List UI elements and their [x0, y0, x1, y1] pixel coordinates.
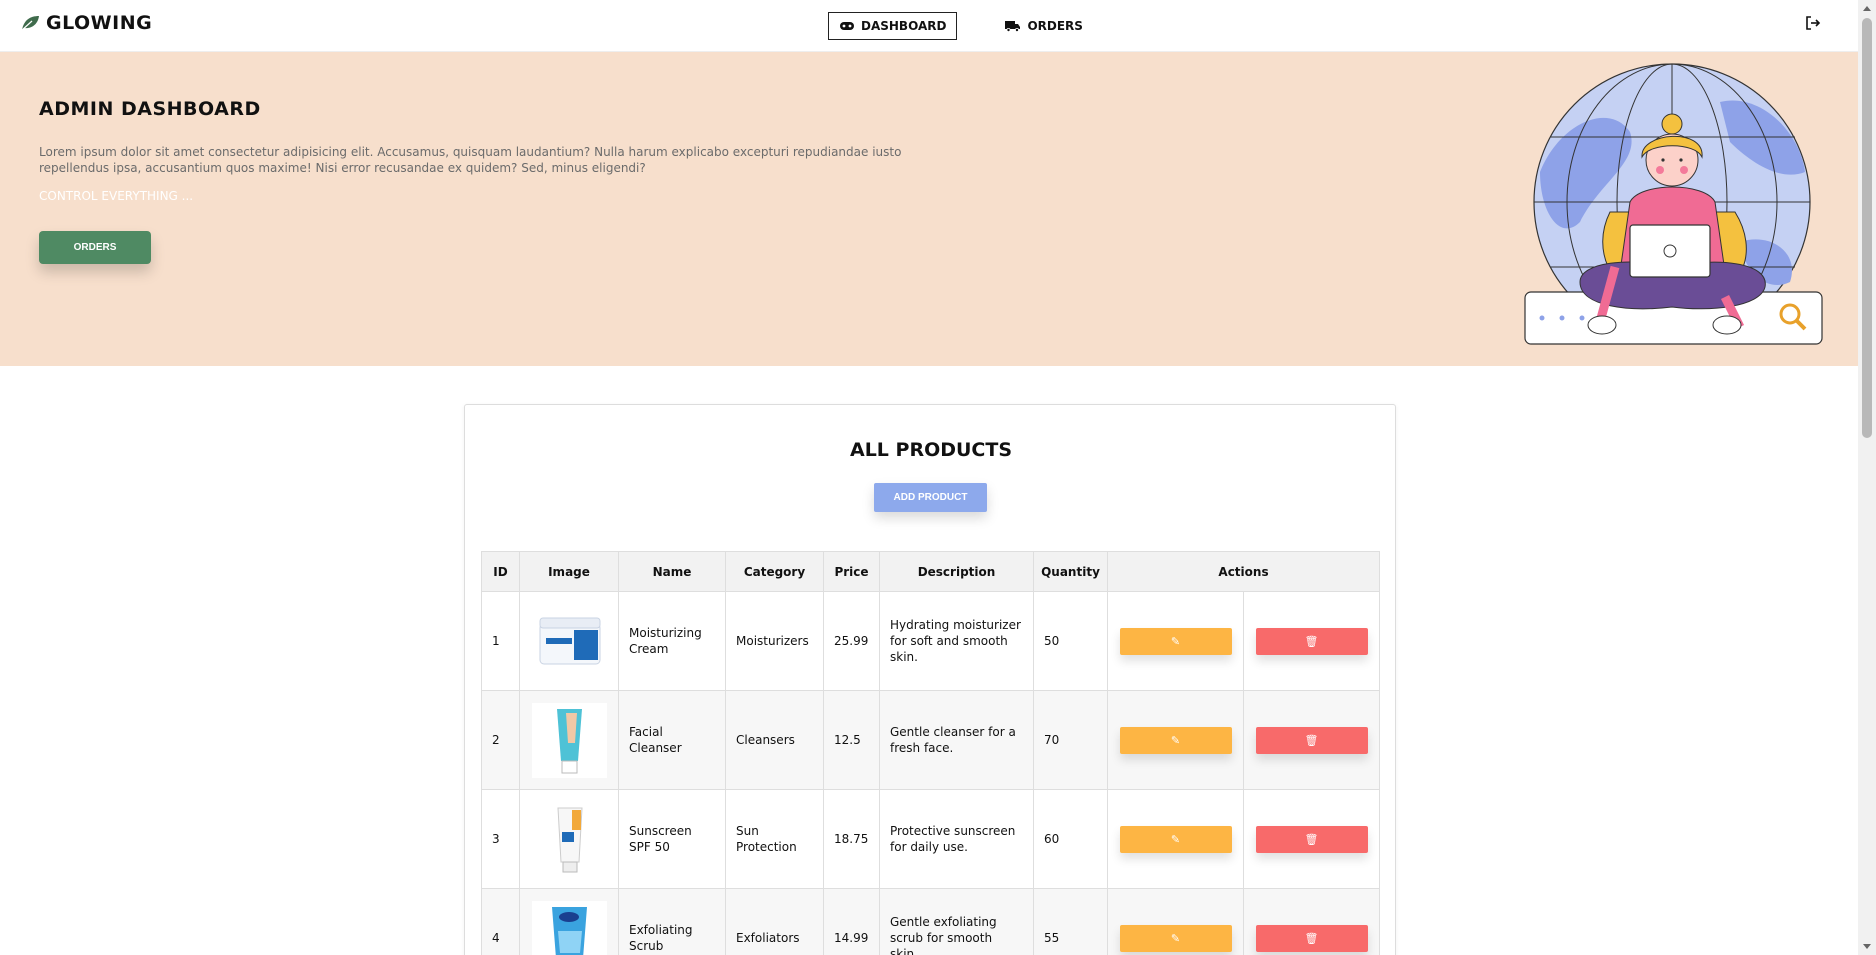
navbar: GLOWING DASHBOARD ORDERS	[0, 0, 1858, 52]
col-id: ID	[481, 551, 520, 592]
cell-price: 12.5	[823, 690, 880, 790]
delete-button[interactable]: 🗑	[1255, 924, 1368, 952]
trash-icon: 🗑	[1304, 734, 1319, 747]
cell-edit: ✎	[1107, 789, 1244, 889]
edit-button[interactable]: ✎	[1119, 924, 1232, 952]
cell-quantity: 60	[1033, 789, 1108, 889]
col-description: Description	[879, 551, 1034, 592]
cell-image	[519, 690, 619, 790]
product-image-cleanser	[531, 702, 607, 778]
cell-description: Protective sunscreen for daily use.	[879, 789, 1034, 889]
trash-icon: 🗑	[1304, 635, 1319, 648]
trash-icon: 🗑	[1304, 932, 1319, 945]
cell-edit: ✎	[1107, 888, 1244, 955]
col-name: Name	[618, 551, 726, 592]
col-price: Price	[823, 551, 880, 592]
edit-icon: ✎	[1170, 932, 1181, 945]
delete-button[interactable]: 🗑	[1255, 726, 1368, 754]
delete-button[interactable]: 🗑	[1255, 627, 1368, 655]
hero-title: ADMIN DASHBOARD	[39, 98, 261, 120]
cell-image	[519, 789, 619, 889]
cell-delete: 🗑	[1243, 888, 1380, 955]
hero-illustration	[1524, 63, 1823, 345]
cell-category: Moisturizers	[725, 591, 824, 691]
scroll-down-arrow[interactable]	[1863, 944, 1871, 949]
page-scrollbar[interactable]	[1858, 0, 1876, 955]
cell-id: 3	[481, 789, 520, 889]
cell-name: Sunscreen SPF 50	[618, 789, 726, 889]
cell-category: Cleansers	[725, 690, 824, 790]
cell-delete: 🗑	[1243, 789, 1380, 889]
products-card: ALL PRODUCTS ADD PRODUCT ID Image Name C…	[464, 404, 1396, 955]
leaf-icon	[20, 16, 39, 32]
cell-name: Exfoliating Scrub	[618, 888, 726, 955]
nav-orders-label: ORDERS	[1027, 19, 1083, 33]
product-image-scrub	[531, 900, 607, 955]
cell-name: Moisturizing Cream	[618, 591, 726, 691]
cell-id: 1	[481, 591, 520, 691]
cell-id: 2	[481, 690, 520, 790]
add-product-button[interactable]: ADD PRODUCT	[874, 483, 987, 512]
cell-edit: ✎	[1107, 690, 1244, 790]
table-row: 2 Facial Cleanser Cleansers 12.5 Gentle …	[481, 690, 1380, 790]
products-table: ID Image Name Category Price Description…	[481, 551, 1380, 955]
hero-text: Lorem ipsum dolor sit amet consectetur a…	[39, 145, 902, 175]
cell-quantity: 55	[1033, 888, 1108, 955]
scroll-thumb[interactable]	[1862, 18, 1872, 438]
brand-name: GLOWING	[46, 12, 153, 34]
cell-quantity: 70	[1033, 690, 1108, 790]
edit-button[interactable]: ✎	[1119, 627, 1232, 655]
logout-icon[interactable]	[1804, 14, 1822, 32]
edit-icon: ✎	[1170, 734, 1181, 747]
delete-button[interactable]: 🗑	[1255, 825, 1368, 853]
cell-description: Hydrating moisturizer for soft and smoot…	[879, 591, 1034, 691]
cell-price: 14.99	[823, 888, 880, 955]
table-row: 1 Moisturizing Cream Moisturizers 25.99 …	[481, 591, 1380, 691]
scroll-up-arrow[interactable]	[1863, 6, 1871, 11]
cell-description: Gentle cleanser for a fresh face.	[879, 690, 1034, 790]
cell-price: 25.99	[823, 591, 880, 691]
cell-category: Exfoliators	[725, 888, 824, 955]
cell-category: Sun Protection	[725, 789, 824, 889]
brand[interactable]: GLOWING	[20, 12, 152, 34]
truck-icon	[1005, 21, 1021, 32]
cell-delete: 🗑	[1243, 690, 1380, 790]
product-image-sunscreen	[531, 801, 607, 877]
cell-edit: ✎	[1107, 591, 1244, 691]
hero-subtext: CONTROL EVERYTHING ...	[39, 189, 194, 203]
edit-button[interactable]: ✎	[1119, 726, 1232, 754]
edit-icon: ✎	[1170, 833, 1181, 846]
col-actions: Actions	[1107, 551, 1380, 592]
edit-icon: ✎	[1170, 635, 1181, 648]
edit-button[interactable]: ✎	[1119, 825, 1232, 853]
cell-delete: 🗑	[1243, 591, 1380, 691]
hero-orders-button[interactable]: ORDERS	[39, 231, 151, 264]
col-category: Category	[725, 551, 824, 592]
cell-price: 18.75	[823, 789, 880, 889]
product-image-cream	[531, 603, 607, 679]
hero-banner: ADMIN DASHBOARD Lorem ipsum dolor sit am…	[0, 52, 1858, 366]
cell-name: Facial Cleanser	[618, 690, 726, 790]
products-title: ALL PRODUCTS	[849, 439, 1013, 461]
nav-links: DASHBOARD ORDERS	[828, 12, 1093, 40]
cell-image	[519, 888, 619, 955]
cell-quantity: 50	[1033, 591, 1108, 691]
nav-orders[interactable]: ORDERS	[995, 12, 1092, 40]
cell-id: 4	[481, 888, 520, 955]
trash-icon: 🗑	[1304, 833, 1319, 846]
nav-dashboard[interactable]: DASHBOARD	[828, 12, 958, 40]
table-header-row: ID Image Name Category Price Description…	[481, 551, 1380, 592]
table-row: 4 Exfoliating Scrub Exfoliators 14.99 Ge…	[481, 888, 1380, 955]
col-quantity: Quantity	[1033, 551, 1108, 592]
col-image: Image	[519, 551, 619, 592]
cell-image	[519, 591, 619, 691]
table-row: 3 Sunscreen SPF 50 Sun Protection 18.75 …	[481, 789, 1380, 889]
cell-description: Gentle exfoliating scrub for smooth skin…	[879, 888, 1034, 955]
nav-dashboard-label: DASHBOARD	[861, 19, 947, 33]
gamepad-icon	[840, 22, 854, 30]
